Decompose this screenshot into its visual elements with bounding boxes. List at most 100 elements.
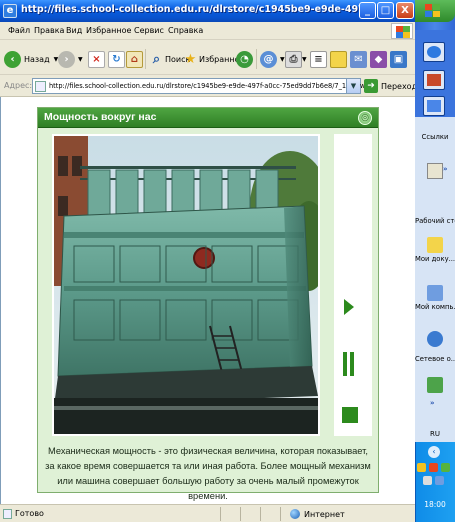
flash-header: Мощность вокруг нас ◎: [38, 108, 378, 128]
folder-icon[interactable]: [427, 163, 443, 179]
research-icon: ◆: [370, 50, 387, 68]
clock[interactable]: 18:00: [415, 500, 455, 509]
maximize-button[interactable]: □: [377, 2, 394, 19]
address-dropdown-icon[interactable]: ▼: [346, 79, 360, 93]
my-computer-label[interactable]: Мой компь...: [415, 303, 455, 311]
ie-icon: e: [3, 4, 17, 18]
address-input[interactable]: http://files.school-collection.edu.ru/dl…: [32, 78, 368, 94]
volume-icon[interactable]: [423, 476, 432, 485]
menu-tools[interactable]: Сервис: [134, 26, 164, 35]
edit-button[interactable]: ≡: [310, 49, 327, 69]
pause-icon[interactable]: [343, 352, 355, 376]
mail-button[interactable]: @ ▼: [260, 49, 285, 69]
caption-line: Механическая мощность - это физическая в…: [48, 446, 368, 456]
edit-document-icon: ≡: [310, 50, 327, 68]
page-status-icon: [3, 509, 12, 519]
browser-window: e http://files.school-collection.edu.ru/…: [0, 0, 417, 522]
history-icon: ◔: [236, 50, 253, 68]
ie-icon: [427, 46, 441, 58]
language-indicator[interactable]: RU: [415, 430, 455, 438]
address-url: http://files.school-collection.edu.ru/dl…: [49, 82, 368, 90]
play-icon[interactable]: [344, 299, 354, 315]
forward-arrow-icon: ›: [58, 50, 75, 68]
flash-close-icon[interactable]: ◎: [358, 111, 372, 125]
recycle-icon[interactable]: [427, 377, 443, 393]
window-icon: [427, 74, 441, 86]
page-icon: [35, 81, 46, 92]
stop-x-icon: ×: [88, 50, 105, 68]
desktop-icon: [427, 100, 441, 112]
research-button[interactable]: ◆: [370, 49, 387, 69]
caption-line: или машина совершает большую работу за о…: [57, 476, 359, 501]
ql-show-desktop-button[interactable]: [423, 96, 445, 116]
chevron-down-icon[interactable]: »: [430, 399, 435, 407]
playback-controls: [334, 134, 372, 436]
zone-label: Интернет: [304, 509, 345, 519]
toolbar: ‹ Назад ▼ › ▼ × ↻ ⌂ ⌕ Поиск ★ Избранное …: [0, 41, 415, 75]
flash-caption: Механическая мощность - это физическая в…: [38, 438, 378, 501]
network-icon[interactable]: [427, 331, 443, 347]
home-button[interactable]: ⌂: [126, 49, 143, 69]
messenger-button[interactable]: ✉: [350, 49, 367, 69]
tray-expand-icon[interactable]: ‹: [428, 446, 440, 458]
status-bar: Готово Интернет: [0, 504, 415, 522]
my-documents-label[interactable]: Мои доку...: [415, 255, 455, 263]
stop-load-button[interactable]: ×: [88, 49, 105, 69]
media-icon: ▣: [390, 50, 407, 68]
menu-bar: Файл Правка Вид Избранное Сервис Справка: [0, 22, 415, 40]
print-button[interactable]: ⎙ ▼: [285, 49, 307, 69]
go-arrow-icon: ➜: [364, 79, 378, 93]
network-tray-icon[interactable]: [435, 476, 444, 485]
back-button[interactable]: ‹ Назад ▼: [4, 49, 58, 69]
mail-icon: @: [260, 50, 277, 68]
flash-title: Мощность вокруг нас: [44, 111, 157, 123]
desktop-label[interactable]: Рабочий стол: [415, 217, 455, 225]
media-button[interactable]: ▣: [390, 49, 407, 69]
discuss-button[interactable]: [330, 49, 347, 69]
chevron-down-icon[interactable]: »: [443, 165, 448, 173]
stop-icon[interactable]: [342, 407, 358, 423]
flash-movie[interactable]: Мощность вокруг нас ◎ Механическая мощно…: [37, 107, 379, 501]
minimize-button[interactable]: _: [359, 2, 376, 19]
close-button[interactable]: X: [396, 2, 414, 19]
page-content: Мощность вокруг нас ◎ Механическая мощно…: [0, 97, 415, 504]
address-bar: Адрес: http://files.school-collection.ed…: [0, 76, 417, 97]
ql-window-button[interactable]: [423, 70, 445, 90]
menu-edit[interactable]: Правка: [34, 26, 64, 35]
star-icon: ★: [184, 51, 197, 67]
tray-app-icon[interactable]: [441, 463, 450, 472]
tray-app-icon[interactable]: [429, 463, 438, 472]
home-icon: ⌂: [126, 50, 143, 68]
forward-button[interactable]: › ▼: [58, 49, 83, 69]
address-label: Адрес:: [4, 81, 33, 90]
status-text: Готово: [15, 509, 44, 518]
ql-ie-button[interactable]: [423, 42, 445, 62]
taskbar: ◄ ► Ссылки » Рабочий стол Мои доку... Мо…: [415, 0, 455, 522]
tray-app-icon[interactable]: [417, 463, 426, 472]
menu-help[interactable]: Справка: [168, 26, 203, 35]
my-documents-icon[interactable]: [427, 237, 443, 253]
photo-frame: [52, 134, 320, 436]
folder-icon: [330, 50, 347, 68]
caption-line: за какое время совершается та или иная р…: [45, 461, 371, 471]
menu-view[interactable]: Вид: [66, 26, 82, 35]
engine-photo: [54, 136, 318, 434]
history-button[interactable]: ◔: [236, 49, 256, 69]
back-label: Назад: [24, 54, 50, 64]
links-label[interactable]: Ссылки: [415, 133, 455, 141]
network-label[interactable]: Сетевое о...: [415, 355, 455, 363]
menu-file[interactable]: Файл: [8, 26, 30, 35]
globe-icon: [290, 509, 300, 519]
start-button[interactable]: [415, 0, 455, 22]
tray-icons: [417, 461, 453, 491]
windows-flag-icon: [425, 4, 441, 18]
my-computer-icon[interactable]: [427, 285, 443, 301]
go-button[interactable]: ➜ Переход: [364, 79, 417, 93]
menu-favorites[interactable]: Избранное: [86, 26, 131, 35]
title-bar[interactable]: e http://files.school-collection.edu.ru/…: [0, 0, 415, 22]
refresh-button[interactable]: ↻: [108, 49, 125, 69]
go-label: Переход: [381, 81, 418, 91]
window-title: http://files.school-collection.edu.ru/dl…: [21, 4, 361, 15]
print-icon: ⎙: [285, 50, 302, 68]
back-arrow-icon: ‹: [4, 50, 21, 68]
